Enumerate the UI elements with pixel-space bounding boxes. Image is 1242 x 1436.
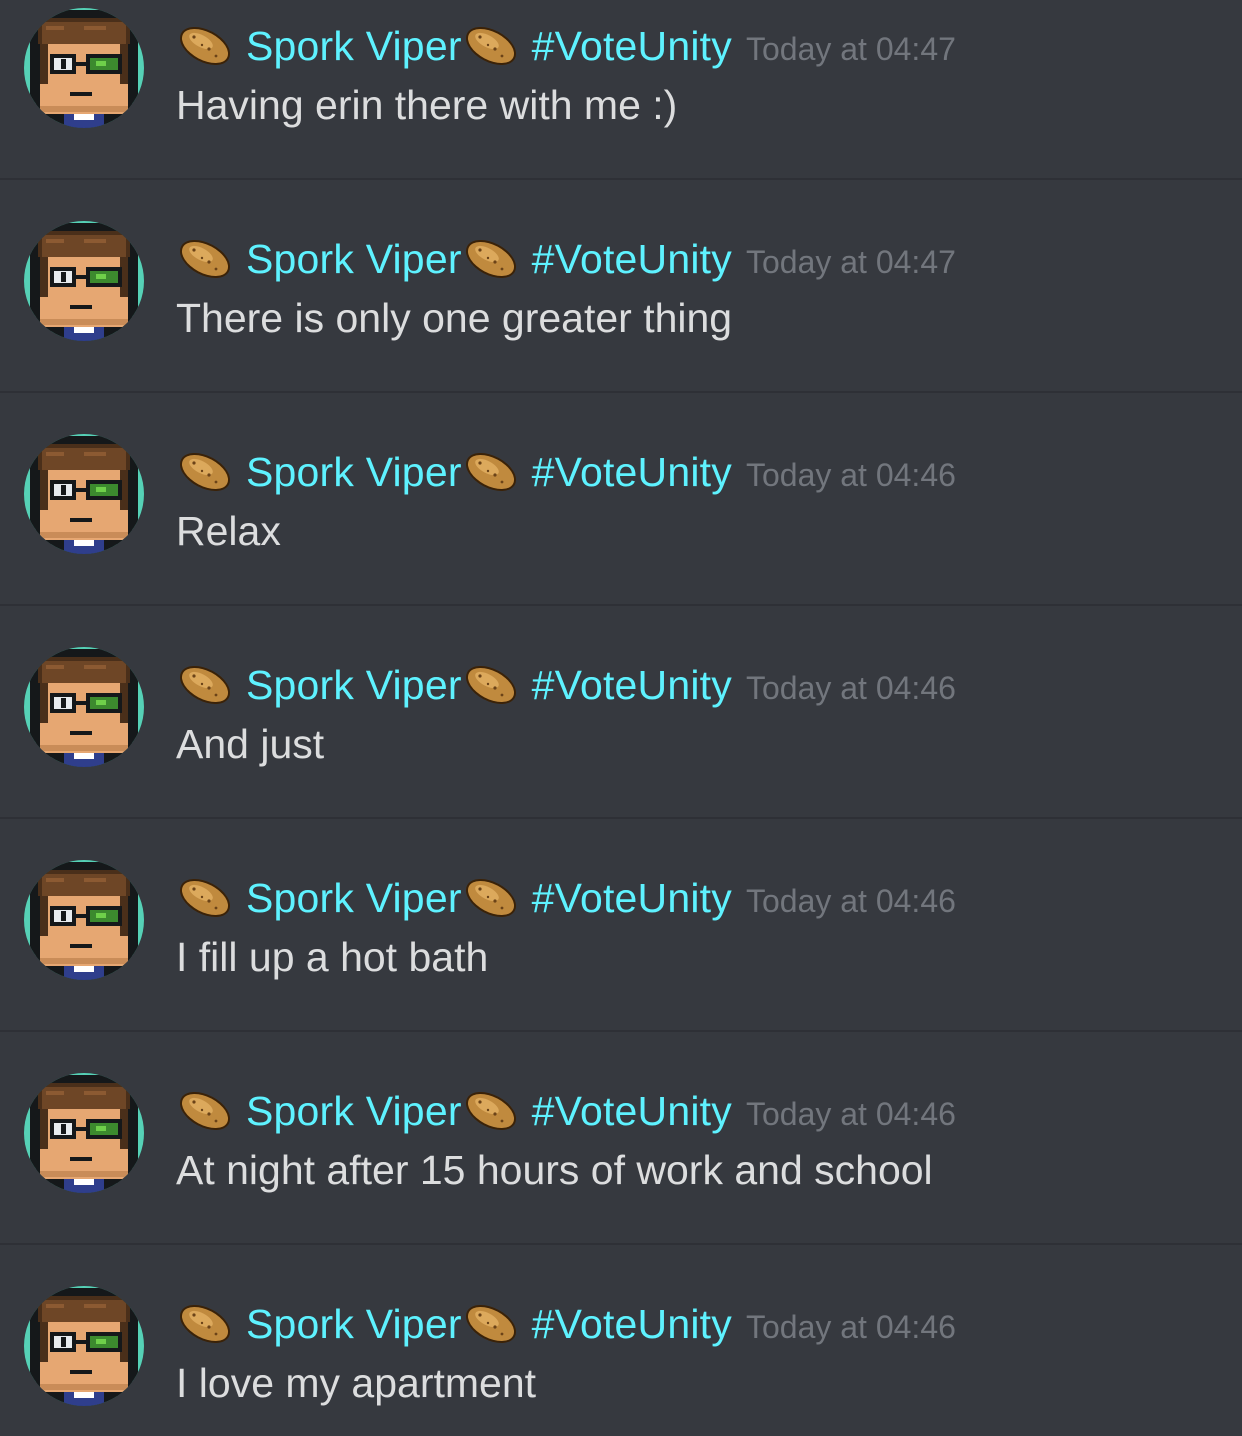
potato-icon bbox=[462, 875, 520, 921]
avatar[interactable] bbox=[24, 1073, 144, 1193]
username-tag[interactable]: #VoteUnity bbox=[532, 449, 732, 496]
message-list: Spork Viper #VoteUnity Today at 04:47 Ha… bbox=[0, 0, 1242, 1436]
message-divider bbox=[0, 1030, 1242, 1032]
username-tag[interactable]: #VoteUnity bbox=[532, 662, 732, 709]
avatar[interactable] bbox=[24, 8, 144, 128]
username-tag[interactable]: #VoteUnity bbox=[532, 1301, 732, 1348]
message-item[interactable]: Spork Viper #VoteUnity Today at 04:47 Th… bbox=[0, 213, 1242, 425]
avatar[interactable] bbox=[24, 647, 144, 767]
avatar[interactable] bbox=[24, 1286, 144, 1406]
message-header: Spork Viper #VoteUnity Today at 04:46 bbox=[176, 868, 956, 928]
message-divider bbox=[0, 391, 1242, 393]
message-text: There is only one greater thing bbox=[176, 295, 733, 341]
message-item[interactable]: Spork Viper #VoteUnity Today at 04:46 An… bbox=[0, 639, 1242, 851]
message-text: Relax bbox=[176, 508, 281, 554]
message-item[interactable]: Spork Viper #VoteUnity Today at 04:47 Ha… bbox=[0, 0, 1242, 212]
message-text: Having erin there with me :) bbox=[176, 82, 678, 128]
timestamp: Today at 04:46 bbox=[745, 1095, 956, 1132]
message-header: Spork Viper #VoteUnity Today at 04:47 bbox=[176, 16, 956, 76]
username[interactable]: Spork Viper bbox=[246, 875, 462, 922]
pixel-avatar-icon bbox=[24, 8, 144, 128]
message-item[interactable]: Spork Viper #VoteUnity Today at 04:46 I … bbox=[0, 1278, 1242, 1436]
timestamp: Today at 04:46 bbox=[745, 456, 956, 493]
message-header: Spork Viper #VoteUnity Today at 04:46 bbox=[176, 655, 956, 715]
username[interactable]: Spork Viper bbox=[246, 1301, 462, 1348]
pixel-avatar-icon bbox=[24, 647, 144, 767]
potato-icon bbox=[462, 449, 520, 495]
message-divider bbox=[0, 817, 1242, 819]
potato-icon bbox=[462, 1301, 520, 1347]
avatar[interactable] bbox=[24, 434, 144, 554]
avatar[interactable] bbox=[24, 221, 144, 341]
potato-icon bbox=[462, 236, 520, 282]
pixel-avatar-icon bbox=[24, 434, 144, 554]
message-header: Spork Viper #VoteUnity Today at 04:47 bbox=[176, 229, 956, 289]
timestamp: Today at 04:46 bbox=[745, 882, 956, 919]
potato-icon bbox=[462, 662, 520, 708]
username-tag[interactable]: #VoteUnity bbox=[532, 875, 732, 922]
potato-icon bbox=[462, 1088, 520, 1134]
potato-icon bbox=[176, 662, 234, 708]
message-header: Spork Viper #VoteUnity Today at 04:46 bbox=[176, 442, 956, 502]
username-tag[interactable]: #VoteUnity bbox=[532, 236, 732, 283]
potato-icon bbox=[176, 236, 234, 282]
potato-icon bbox=[176, 1301, 234, 1347]
message-divider bbox=[0, 604, 1242, 606]
potato-icon bbox=[176, 23, 234, 69]
potato-icon bbox=[176, 875, 234, 921]
pixel-avatar-icon bbox=[24, 1286, 144, 1406]
username[interactable]: Spork Viper bbox=[246, 449, 462, 496]
pixel-avatar-icon bbox=[24, 1073, 144, 1193]
message-text: I fill up a hot bath bbox=[176, 934, 489, 980]
message-header: Spork Viper #VoteUnity Today at 04:46 bbox=[176, 1294, 956, 1354]
avatar[interactable] bbox=[24, 860, 144, 980]
pixel-avatar-icon bbox=[24, 860, 144, 980]
message-divider bbox=[0, 178, 1242, 180]
username-tag[interactable]: #VoteUnity bbox=[532, 23, 732, 70]
message-text: At night after 15 hours of work and scho… bbox=[176, 1147, 933, 1193]
message-item[interactable]: Spork Viper #VoteUnity Today at 04:46 Re… bbox=[0, 426, 1242, 638]
message-text: And just bbox=[176, 721, 325, 767]
potato-icon bbox=[176, 1088, 234, 1134]
timestamp: Today at 04:46 bbox=[745, 669, 956, 706]
timestamp: Today at 04:46 bbox=[745, 1308, 956, 1345]
timestamp: Today at 04:47 bbox=[745, 30, 956, 67]
potato-icon bbox=[462, 23, 520, 69]
username[interactable]: Spork Viper bbox=[246, 236, 462, 283]
message-header: Spork Viper #VoteUnity Today at 04:46 bbox=[176, 1081, 956, 1141]
username[interactable]: Spork Viper bbox=[246, 662, 462, 709]
message-text: I love my apartment bbox=[176, 1360, 537, 1406]
potato-icon bbox=[176, 449, 234, 495]
username[interactable]: Spork Viper bbox=[246, 1088, 462, 1135]
message-item[interactable]: Spork Viper #VoteUnity Today at 04:46 At… bbox=[0, 1065, 1242, 1277]
timestamp: Today at 04:47 bbox=[745, 243, 956, 280]
pixel-avatar-icon bbox=[24, 221, 144, 341]
message-item[interactable]: Spork Viper #VoteUnity Today at 04:46 I … bbox=[0, 852, 1242, 1064]
message-divider bbox=[0, 1243, 1242, 1245]
username[interactable]: Spork Viper bbox=[246, 23, 462, 70]
username-tag[interactable]: #VoteUnity bbox=[532, 1088, 732, 1135]
